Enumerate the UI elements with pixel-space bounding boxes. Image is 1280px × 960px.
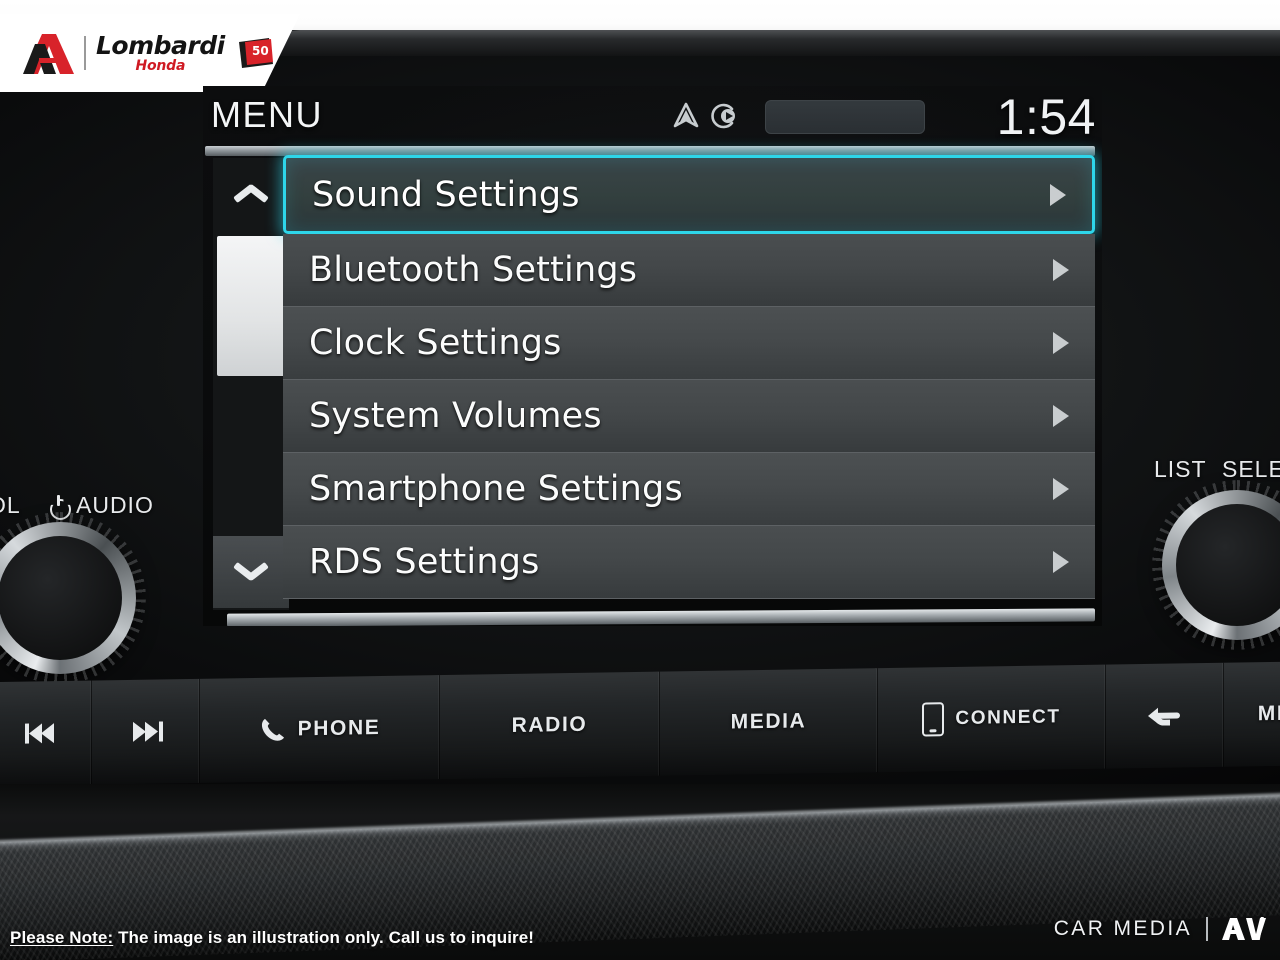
menu-item-sound-settings[interactable]: Sound Settings <box>283 155 1095 234</box>
chevron-down-icon <box>234 562 268 582</box>
phone-button[interactable]: PHONE <box>200 675 440 783</box>
menu-item-label: Bluetooth Settings <box>309 250 638 290</box>
hardkey-label: PHONE <box>297 716 381 741</box>
hardkey-label: MEDIA <box>730 709 807 734</box>
menu-item-label: Smartphone Settings <box>309 469 683 509</box>
dealer-name: Lombardi <box>96 31 225 60</box>
knob-face <box>0 536 122 660</box>
scrollbar-thumb[interactable] <box>217 236 285 376</box>
back-arrow-icon <box>1147 704 1182 727</box>
chevron-right-icon <box>1053 551 1069 573</box>
status-bar: MENU 1:54 <box>203 86 1102 148</box>
dealer-name-block: Lombardi Honda <box>96 33 225 73</box>
list-label: LIST <box>1154 456 1207 482</box>
anniversary-badge-icon: 50 <box>238 38 273 68</box>
chevron-right-icon <box>1053 405 1069 427</box>
menu-item-label: System Volumes <box>309 396 602 436</box>
chevron-up-icon <box>234 184 268 204</box>
menu-item-label: Sound Settings <box>312 174 580 215</box>
status-info-chip <box>765 100 925 134</box>
lombardi-a-monogram-icon <box>22 32 74 74</box>
brand-label: CAR MEDIA <box>1053 917 1192 940</box>
volume-knob-label: OL <box>0 492 21 518</box>
menu-item-rds-settings[interactable]: RDS Settings <box>283 526 1095 599</box>
chevron-right-icon <box>1053 332 1069 354</box>
volume-power-knob[interactable] <box>0 512 146 684</box>
menu-item-smartphone-settings[interactable]: Smartphone Settings <box>283 453 1095 526</box>
radio-button[interactable]: RADIO <box>440 671 660 780</box>
page-title: MENU <box>211 94 323 135</box>
disclaimer-note: Please Note: The image is an illustratio… <box>10 928 534 948</box>
menu-button[interactable]: MEN <box>1224 660 1280 767</box>
menu-list-panel: Sound Settings Bluetooth Settings Clock Se… <box>205 146 1100 626</box>
skip-backward-icon <box>23 723 61 744</box>
select-label: SELEC <box>1222 456 1280 482</box>
phone-handset-icon <box>259 715 287 743</box>
dealer-logo-badge: Lombardi Honda 50 <box>0 14 300 92</box>
scroll-up-button[interactable] <box>213 158 289 230</box>
head-unit-screen: MENU 1:54 Sound Settings Bluetooth Setti… <box>203 86 1102 626</box>
scroll-down-button[interactable] <box>213 536 289 608</box>
hardkey-bar: PHONE RADIO MEDIA CONNECT MEN <box>0 660 1280 787</box>
brand-divider <box>1206 917 1208 941</box>
next-track-button[interactable] <box>92 678 200 785</box>
logo-divider <box>84 36 86 70</box>
disclaimer-lead: Please Note: <box>10 928 114 947</box>
scrollbar[interactable] <box>213 158 289 610</box>
audio-label: AUDIO <box>76 492 154 518</box>
menu-item-label: RDS Settings <box>309 542 540 582</box>
menu-item-clock-settings[interactable]: Clock Settings <box>283 307 1095 380</box>
clock-display: 1:54 <box>996 89 1096 145</box>
screenshot-root: Lombardi Honda 50 MENU 1:54 Sound Settin… <box>0 0 1280 960</box>
media-button[interactable]: MEDIA <box>660 668 878 776</box>
hardkey-label: RADIO <box>511 712 588 737</box>
menu-item-system-volumes[interactable]: System Volumes <box>283 380 1095 453</box>
connect-button[interactable]: CONNECT <box>878 664 1106 773</box>
chevron-right-icon <box>1050 183 1066 206</box>
menu-item-label: Clock Settings <box>309 323 562 363</box>
skip-forward-icon <box>127 721 165 742</box>
hardkey-row: PHONE RADIO MEDIA CONNECT MEN <box>0 660 1280 787</box>
menu-rows: Sound Settings Bluetooth Settings Clock Se… <box>283 155 1095 610</box>
chevron-right-icon <box>1053 478 1069 500</box>
chevron-right-icon <box>1053 259 1069 281</box>
hardkey-label: MEN <box>1257 701 1280 726</box>
disclaimer-rest: The image is an illustration only. Call … <box>113 928 535 947</box>
dealer-brand: Honda <box>135 58 186 74</box>
car-media-branding: CAR MEDIA <box>1054 916 1266 942</box>
list-bottom-rail <box>227 608 1095 626</box>
av-logo-icon <box>1222 916 1266 942</box>
list-select-knob[interactable] <box>1152 480 1280 650</box>
navigation-arrow-icon <box>673 102 699 135</box>
menu-item-bluetooth-settings[interactable]: Bluetooth Settings <box>283 234 1095 307</box>
hardkey-label: CONNECT <box>955 706 1061 729</box>
disc-play-icon <box>709 102 737 135</box>
back-button[interactable] <box>1106 662 1224 769</box>
status-icon-group <box>673 102 737 135</box>
previous-track-button[interactable] <box>0 680 92 787</box>
svg-text:50: 50 <box>252 44 269 58</box>
smartphone-icon <box>922 702 945 737</box>
